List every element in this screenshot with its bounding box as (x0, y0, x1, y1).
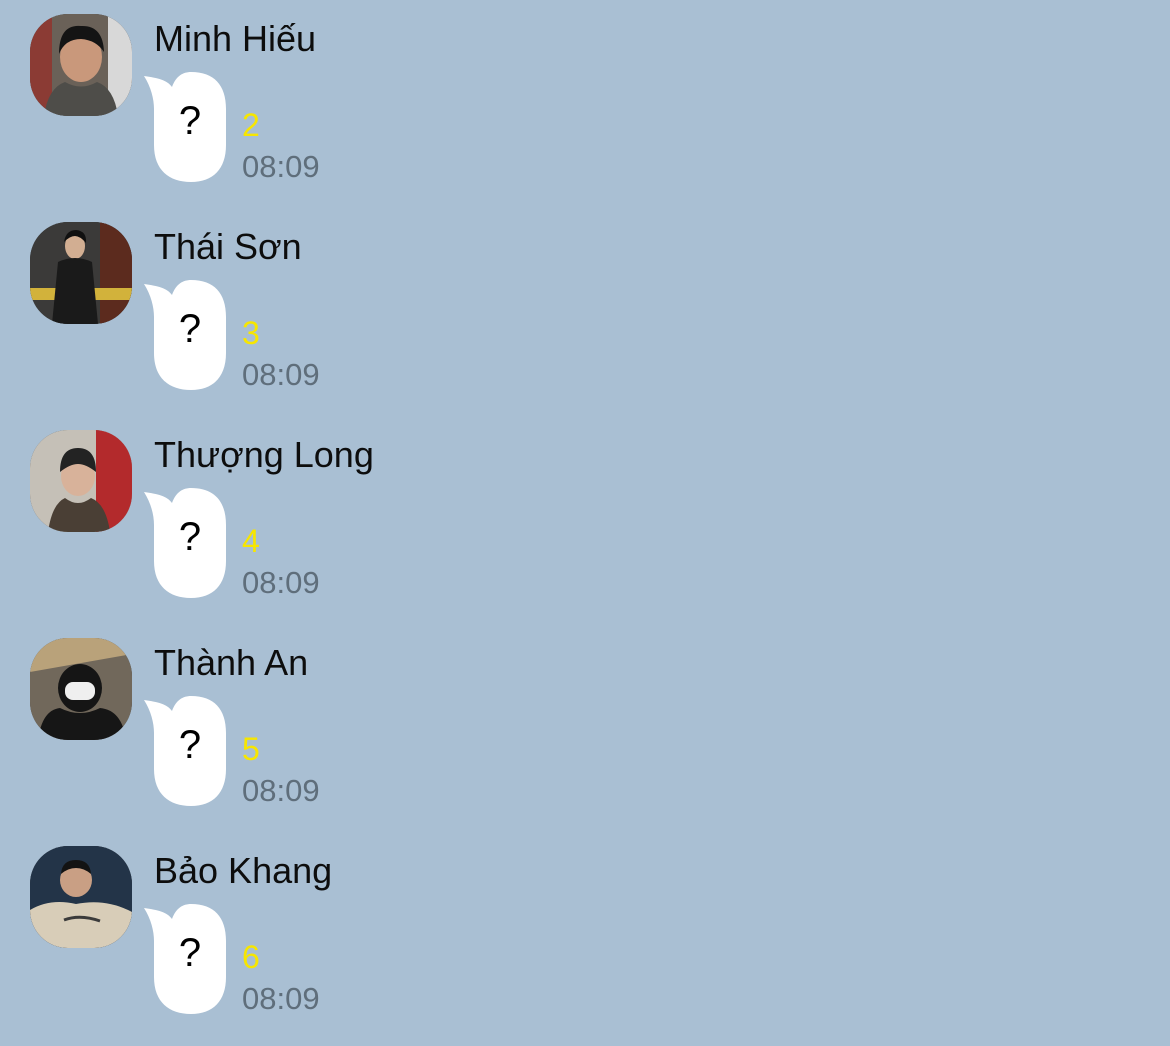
avatar[interactable] (30, 14, 132, 116)
user-photo-icon (30, 222, 132, 324)
sender-name: Minh Hiếu (154, 18, 317, 59)
sender-name: Bảo Khang (154, 850, 333, 891)
avatar[interactable] (30, 638, 132, 740)
sender-name: Thành An (154, 642, 309, 683)
message-bubble[interactable]: ? (142, 278, 232, 392)
avatar[interactable] (30, 222, 132, 324)
user-photo-icon (30, 14, 132, 116)
message-time: 08:09 (242, 773, 320, 808)
message-bubble[interactable]: ? (142, 902, 232, 1016)
message-time: 08:09 (242, 149, 320, 184)
message-bubble[interactable]: ? (142, 694, 232, 808)
avatar[interactable] (30, 846, 132, 948)
user-photo-icon (30, 638, 132, 740)
message-bubble[interactable]: ? (142, 70, 232, 184)
message-time: 08:09 (242, 565, 320, 600)
message-text: ? (178, 723, 202, 767)
message-row[interactable]: Thượng Long ? 4 08:09 (0, 416, 1170, 624)
message-text: ? (178, 931, 202, 975)
message-time: 08:09 (242, 981, 320, 1016)
sender-name: Thái Sơn (154, 226, 302, 267)
unread-count: 4 (242, 523, 260, 559)
unread-count: 5 (242, 731, 260, 767)
message-row[interactable]: Bảo Khang ? 6 08:09 (0, 832, 1170, 1040)
message-bubble[interactable]: ? (142, 486, 232, 600)
message-row[interactable]: Thành An ? 5 08:09 (0, 624, 1170, 832)
avatar[interactable] (30, 430, 132, 532)
message-text: ? (178, 307, 202, 351)
unread-count: 6 (242, 939, 260, 975)
message-time: 08:09 (242, 357, 320, 392)
sender-name: Thượng Long (154, 434, 374, 475)
message-row[interactable]: Thái Sơn ? 3 08:09 (0, 208, 1170, 416)
user-photo-icon (30, 430, 132, 532)
chat-message-list[interactable]: Minh Hiếu ? 2 08:09 Thái Sơn ? 3 08:09 T… (0, 0, 1170, 1046)
message-row[interactable]: Minh Hiếu ? 2 08:09 (0, 0, 1170, 208)
unread-count: 3 (242, 315, 260, 351)
message-text: ? (178, 515, 202, 559)
user-photo-icon (30, 846, 132, 948)
message-text: ? (178, 99, 202, 143)
unread-count: 2 (242, 107, 260, 143)
